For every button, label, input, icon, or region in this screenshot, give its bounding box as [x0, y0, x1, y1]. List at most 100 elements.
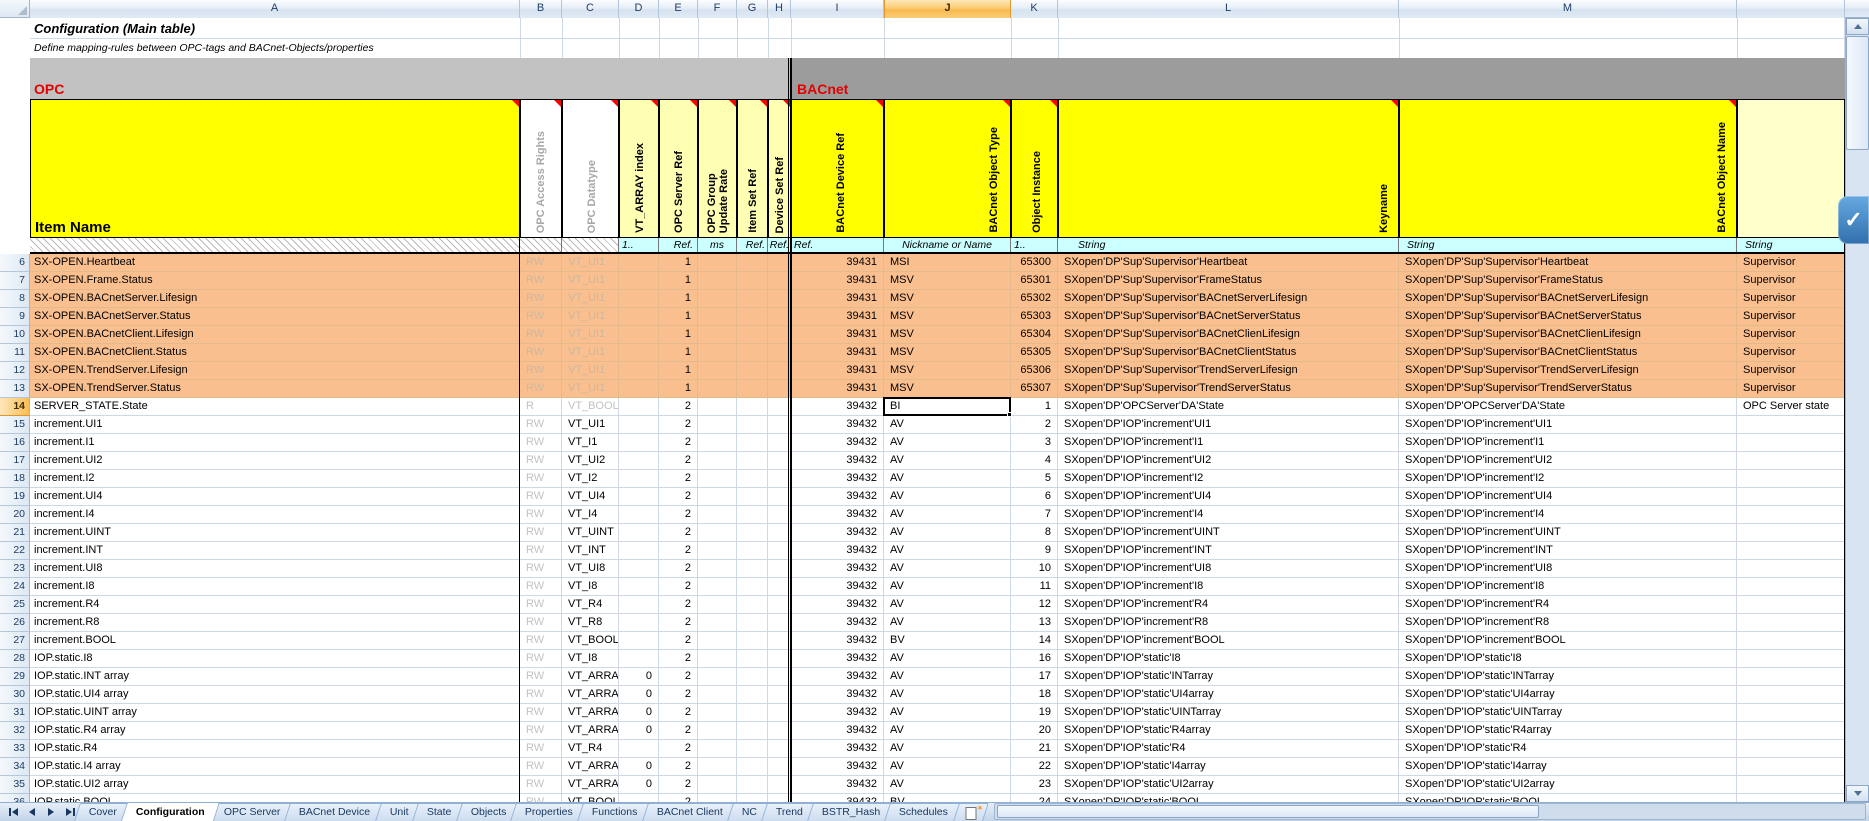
cell-G16[interactable]	[737, 434, 768, 452]
cell-G33[interactable]	[737, 740, 768, 758]
cell-N9[interactable]: Supervisor	[1737, 308, 1845, 326]
cell-A6[interactable]: SX-OPEN.Heartbeat	[30, 254, 520, 272]
cell-A32[interactable]: IOP.static.R4 array	[30, 722, 520, 740]
sheet-tab-properties[interactable]: Properties	[511, 803, 589, 821]
cell-E19[interactable]: 2	[659, 488, 698, 506]
cell-E7[interactable]: 1	[659, 272, 698, 290]
cell-C9[interactable]: VT_UI1	[562, 308, 619, 326]
cell-B9[interactable]: RW	[520, 308, 562, 326]
cell-M13[interactable]: SXopen'DP'Sup'Supervisor'TrendServerStat…	[1399, 380, 1737, 398]
cell-N27[interactable]	[1737, 632, 1845, 650]
header-cell-N4[interactable]	[1737, 99, 1845, 238]
row-header-12[interactable]: 12	[0, 362, 30, 380]
cell-J31[interactable]: AV	[884, 704, 1011, 722]
cell-B22[interactable]: RW	[520, 542, 562, 560]
cell-G26[interactable]	[737, 614, 768, 632]
cell-M27[interactable]: SXopen'DP'IOP'increment'BOOL	[1399, 632, 1737, 650]
row-header-29[interactable]: 29	[0, 668, 30, 686]
cell-M33[interactable]: SXopen'DP'IOP'static'R4	[1399, 740, 1737, 758]
cell-A25[interactable]: increment.R4	[30, 596, 520, 614]
cell-D25[interactable]	[619, 596, 659, 614]
cell-G30[interactable]	[737, 686, 768, 704]
cell-K35[interactable]: 23	[1011, 776, 1058, 794]
cell-E6[interactable]: 1	[659, 254, 698, 272]
header-cell-B4[interactable]: OPC Access Rights	[520, 99, 562, 238]
cell-A24[interactable]: increment.I8	[30, 578, 520, 596]
cell-L34[interactable]: SXopen'DP'IOP'static'I4array	[1058, 758, 1399, 776]
cell-G10[interactable]	[737, 326, 768, 344]
cell-G19[interactable]	[737, 488, 768, 506]
cell-K34[interactable]: 22	[1011, 758, 1058, 776]
cell-G31[interactable]	[737, 704, 768, 722]
cell-K27[interactable]: 14	[1011, 632, 1058, 650]
cell-M25[interactable]: SXopen'DP'IOP'increment'R4	[1399, 596, 1737, 614]
cell-E30[interactable]: 2	[659, 686, 698, 704]
cell-G25[interactable]	[737, 596, 768, 614]
cell-K23[interactable]: 10	[1011, 560, 1058, 578]
row-header-8[interactable]: 8	[0, 290, 30, 308]
cell-M22[interactable]: SXopen'DP'IOP'increment'INT	[1399, 542, 1737, 560]
cell-K8[interactable]: 65302	[1011, 290, 1058, 308]
cell-C21[interactable]: VT_UINT	[562, 524, 619, 542]
cell-J25[interactable]: AV	[884, 596, 1011, 614]
cell-K29[interactable]: 17	[1011, 668, 1058, 686]
cell-K19[interactable]: 6	[1011, 488, 1058, 506]
cell-L30[interactable]: SXopen'DP'IOP'static'UI4array	[1058, 686, 1399, 704]
cell-B19[interactable]: RW	[520, 488, 562, 506]
cell-M6[interactable]: SXopen'DP'Sup'Supervisor'Heartbeat	[1399, 254, 1737, 272]
horizontal-scrollbar-thumb[interactable]	[997, 805, 1538, 818]
cell-E34[interactable]: 2	[659, 758, 698, 776]
cell-K33[interactable]: 21	[1011, 740, 1058, 758]
row-header-33[interactable]: 33	[0, 740, 30, 758]
cell-A9[interactable]: SX-OPEN.BACnetServer.Status	[30, 308, 520, 326]
cell-E26[interactable]: 2	[659, 614, 698, 632]
cell-B17[interactable]: RW	[520, 452, 562, 470]
cell-L22[interactable]: SXopen'DP'IOP'increment'INT	[1058, 542, 1399, 560]
cell-L17[interactable]: SXopen'DP'IOP'increment'UI2	[1058, 452, 1399, 470]
cell-L20[interactable]: SXopen'DP'IOP'increment'I4	[1058, 506, 1399, 524]
cell-A34[interactable]: IOP.static.I4 array	[30, 758, 520, 776]
cell-N33[interactable]	[1737, 740, 1845, 758]
cell-E9[interactable]: 1	[659, 308, 698, 326]
cell-C15[interactable]: VT_UI1	[562, 416, 619, 434]
cell-J26[interactable]: AV	[884, 614, 1011, 632]
row-header-22[interactable]: 22	[0, 542, 30, 560]
cell-I12[interactable]: 39431	[791, 362, 884, 380]
cell-F29[interactable]	[698, 668, 737, 686]
horizontal-scrollbar[interactable]	[994, 803, 1866, 820]
row-header-13[interactable]: 13	[0, 380, 30, 398]
cell-F33[interactable]	[698, 740, 737, 758]
cell-F34[interactable]	[698, 758, 737, 776]
cell-N30[interactable]	[1737, 686, 1845, 704]
cell-F14[interactable]	[698, 398, 737, 416]
cell-C27[interactable]: VT_BOOL	[562, 632, 619, 650]
cell-J23[interactable]: AV	[884, 560, 1011, 578]
cell-L21[interactable]: SXopen'DP'IOP'increment'UINT	[1058, 524, 1399, 542]
cell-G12[interactable]	[737, 362, 768, 380]
cell-D17[interactable]	[619, 452, 659, 470]
cell-C31[interactable]: VT_ARRAY	[562, 704, 619, 722]
cell-D21[interactable]	[619, 524, 659, 542]
cell-F32[interactable]	[698, 722, 737, 740]
cell-N24[interactable]	[1737, 578, 1845, 596]
row-header-26[interactable]: 26	[0, 614, 30, 632]
cell-K17[interactable]: 4	[1011, 452, 1058, 470]
cell-E15[interactable]: 2	[659, 416, 698, 434]
cell-B26[interactable]: RW	[520, 614, 562, 632]
cell-E21[interactable]: 2	[659, 524, 698, 542]
cell-D13[interactable]	[619, 380, 659, 398]
cell-N28[interactable]	[1737, 650, 1845, 668]
cell-G18[interactable]	[737, 470, 768, 488]
vertical-scrollbar-thumb[interactable]	[1846, 36, 1869, 150]
cell-M7[interactable]: SXopen'DP'Sup'Supervisor'FrameStatus	[1399, 272, 1737, 290]
cell-L7[interactable]: SXopen'DP'Sup'Supervisor'FrameStatus	[1058, 272, 1399, 290]
cell-J29[interactable]: AV	[884, 668, 1011, 686]
cell-M35[interactable]: SXopen'DP'IOP'static'UI2array	[1399, 776, 1737, 794]
cell-C24[interactable]: VT_I8	[562, 578, 619, 596]
cell-N20[interactable]	[1737, 506, 1845, 524]
cell-M24[interactable]: SXopen'DP'IOP'increment'I8	[1399, 578, 1737, 596]
cell-E11[interactable]: 1	[659, 344, 698, 362]
cell-B35[interactable]: RW	[520, 776, 562, 794]
row-header-24[interactable]: 24	[0, 578, 30, 596]
cell-C34[interactable]: VT_ARRAY	[562, 758, 619, 776]
